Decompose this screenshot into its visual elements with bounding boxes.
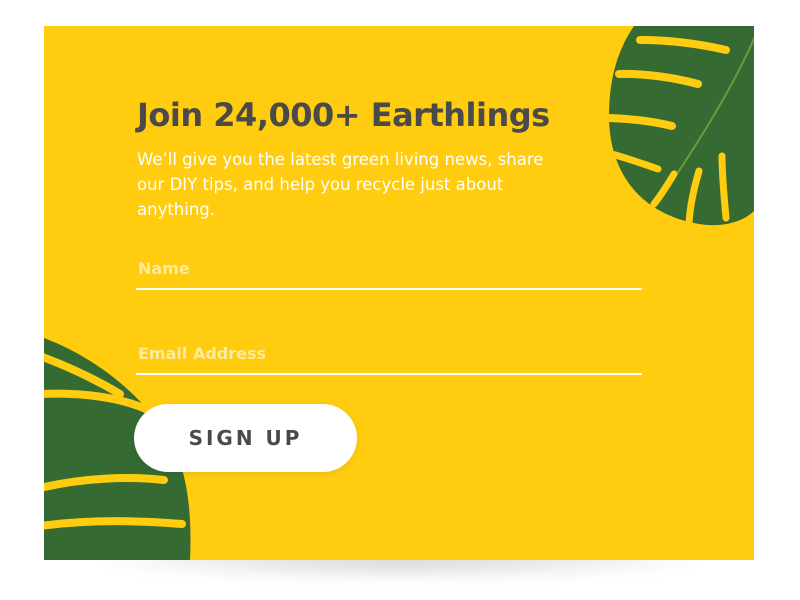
description: We’ll give you the latest green living n… [137,150,544,219]
sign-up-button[interactable]: SIGN UP [134,404,357,472]
signup-card: Join 24,000+ Earthlings We’ll give you t… [44,26,754,560]
name-input[interactable] [136,254,642,290]
page: Join 24,000+ Earthlings We’ll give you t… [0,0,800,600]
headline: Join 24,000+ Earthlings [137,96,550,134]
email-input[interactable] [136,339,642,375]
